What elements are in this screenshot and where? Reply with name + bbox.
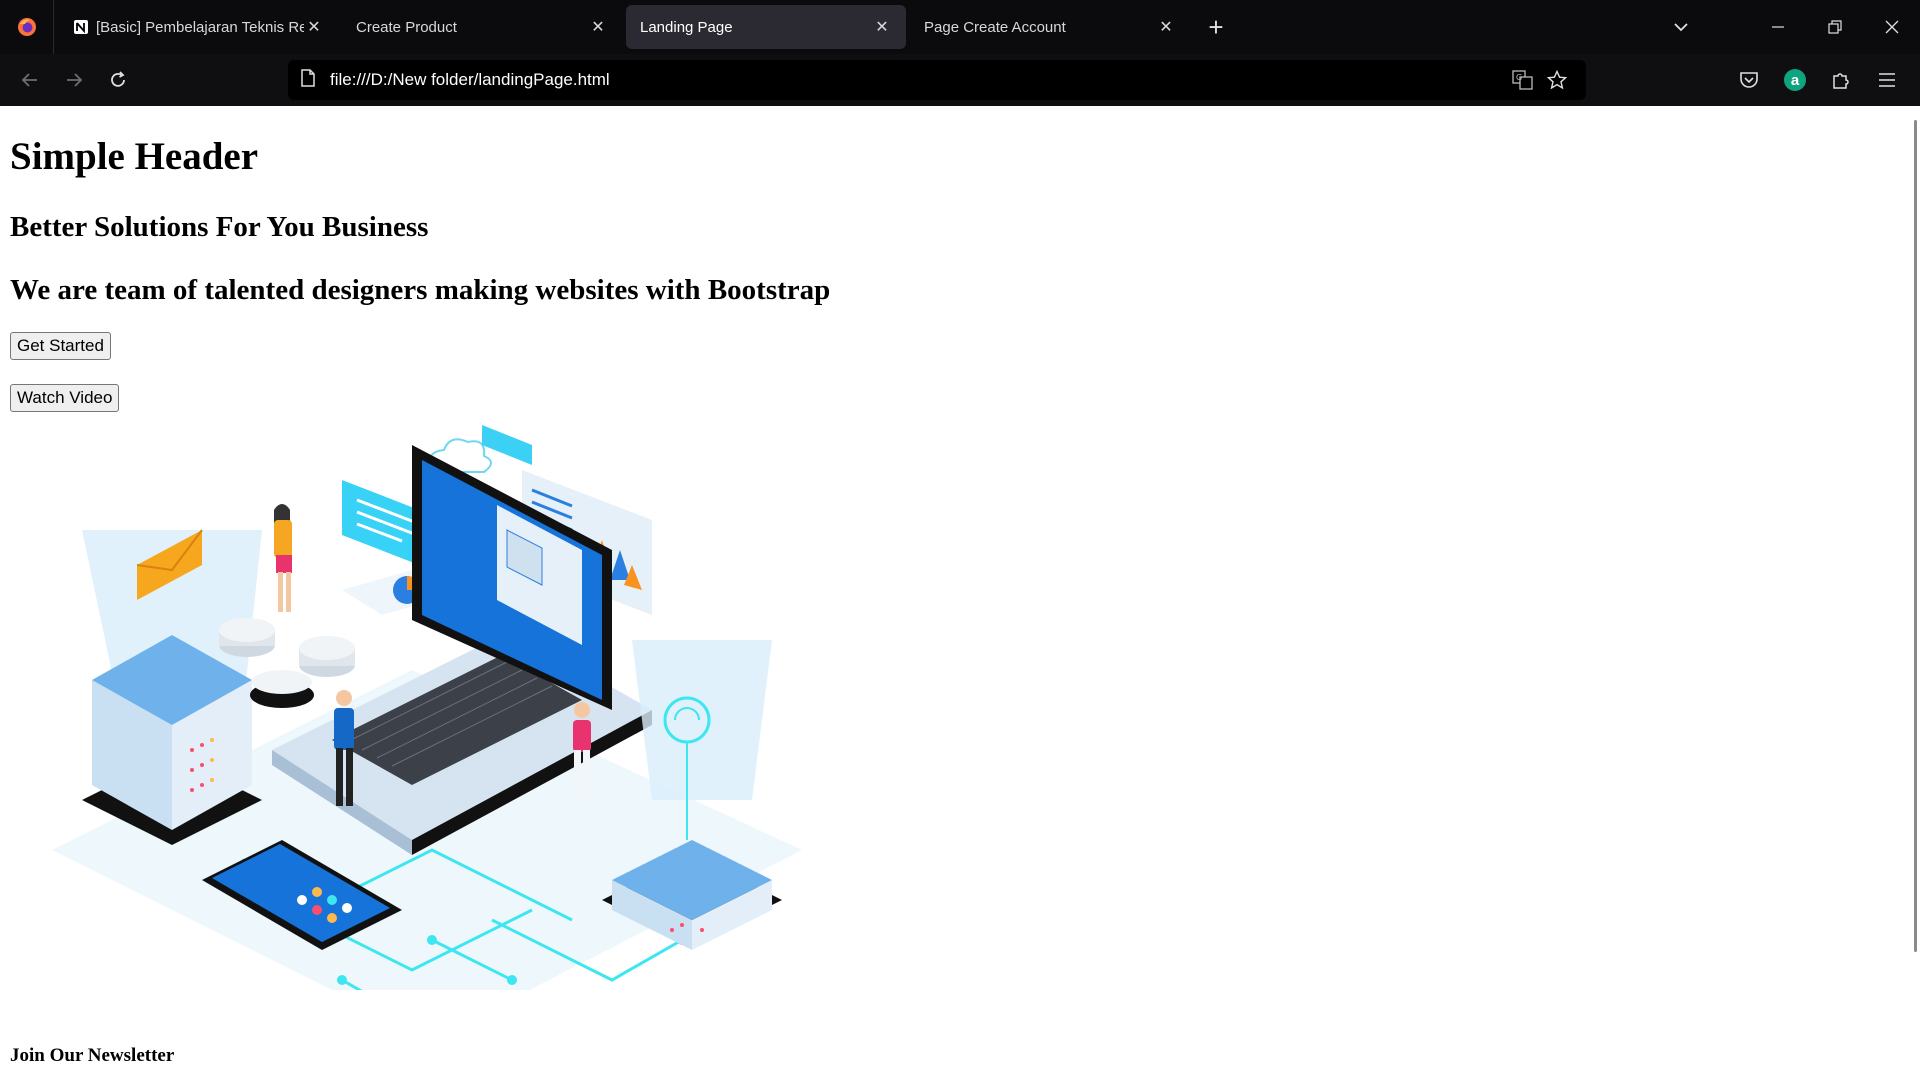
hero-illustration [12,420,1910,1040]
address-bar[interactable]: file:///D:/New folder/landingPage.html G [288,60,1586,100]
extensions-puzzle-icon[interactable] [1818,58,1864,102]
tab-label: [Basic] Pembelajaran Teknis Re [96,18,304,36]
url-text[interactable]: file:///D:/New folder/landingPage.html [330,70,1506,90]
reload-icon[interactable] [96,58,140,102]
page-viewport: Simple Header Better Solutions For You B… [0,106,1920,1080]
account-initial: a [1784,69,1806,91]
navigation-toolbar: file:///D:/New folder/landingPage.html G… [0,54,1920,106]
list-all-tabs-icon[interactable] [1652,0,1709,54]
firefox-menu-icon[interactable] [0,0,54,54]
back-arrow-icon[interactable] [8,58,52,102]
tab-page-create-account[interactable]: Page Create Account ✕ [910,5,1190,49]
page-icon [300,68,316,92]
pocket-icon[interactable] [1726,58,1772,102]
tab-strip: [Basic] Pembelajaran Teknis Re ✕ Create … [0,0,1920,54]
scrollbar-thumb[interactable] [1914,120,1917,952]
tab-label: Page Create Account [924,18,1066,36]
svg-text:G: G [1516,73,1522,82]
tab-notion[interactable]: [Basic] Pembelajaran Teknis Re ✕ [58,5,338,49]
close-tab-icon[interactable]: ✕ [588,17,608,37]
page-title: Simple Header [10,135,259,178]
account-avatar[interactable]: a [1772,58,1818,102]
bookmark-star-icon[interactable] [1540,63,1574,97]
translate-icon[interactable]: G [1506,63,1540,97]
close-tab-icon[interactable]: ✕ [1156,17,1176,37]
watch-video-button[interactable]: Watch Video [10,383,120,412]
hamburger-menu-icon[interactable] [1864,58,1910,102]
minimize-window-icon[interactable] [1749,0,1806,54]
new-tab-button[interactable]: + [1196,7,1236,47]
restore-window-icon[interactable] [1806,0,1863,54]
page-subtitle: Better Solutions For You Business [10,210,429,243]
get-started-button[interactable]: Get Started [10,331,111,360]
tab-create-product[interactable]: Create Product ✕ [342,5,622,49]
close-window-icon[interactable] [1863,0,1920,54]
notion-icon [72,18,90,36]
page-tagline: We are team of talented designers making… [10,274,831,307]
tab-landing-page[interactable]: Landing Page ✕ [626,5,906,49]
vertical-scrollbar[interactable] [1908,106,1920,1080]
close-tab-icon[interactable]: ✕ [304,17,324,37]
newsletter-heading: Join Our Newsletter [10,1044,175,1066]
close-tab-icon[interactable]: ✕ [872,17,892,37]
tab-label: Create Product [356,18,457,36]
tab-label: Landing Page [640,18,733,36]
page-body: Simple Header Better Solutions For You B… [0,135,1920,1067]
forward-arrow-icon[interactable] [52,58,96,102]
